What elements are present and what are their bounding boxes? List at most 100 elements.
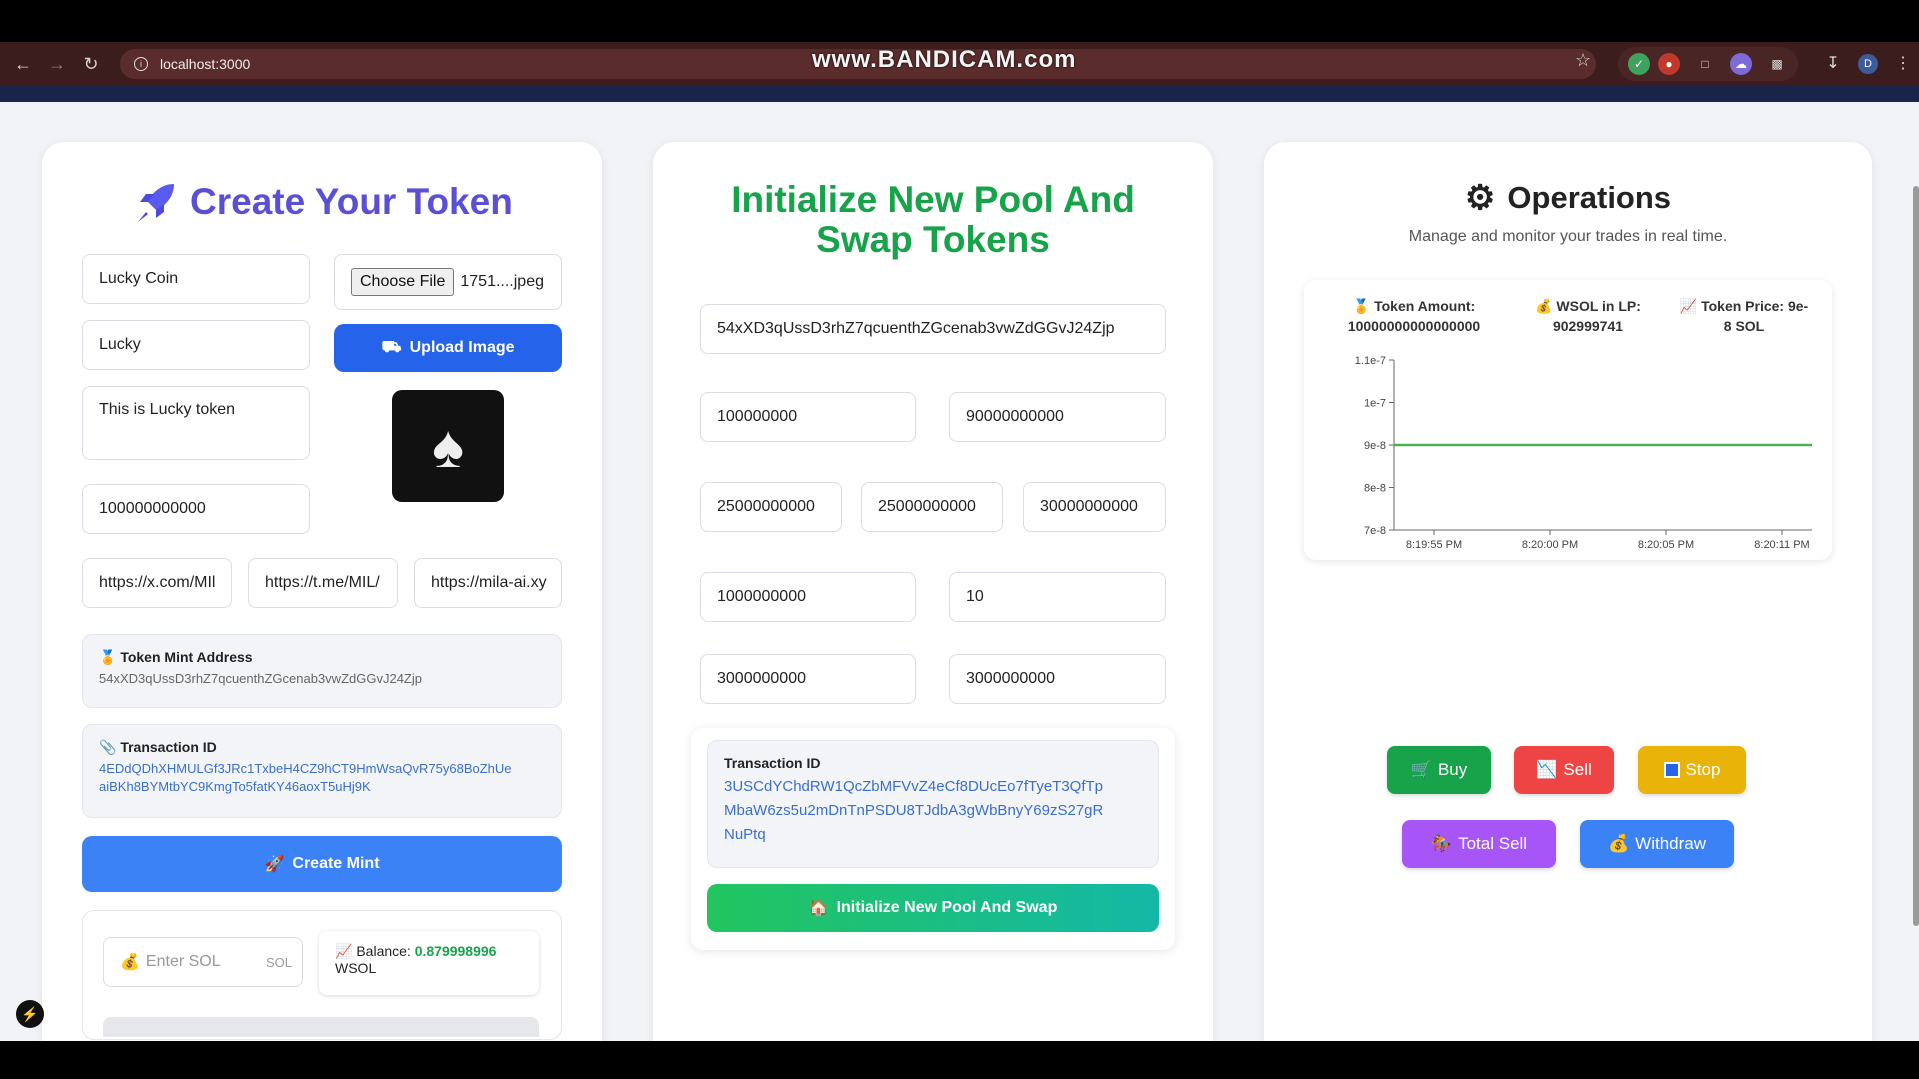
- red-extension-icon[interactable]: ●: [1658, 53, 1680, 75]
- price-line-chart: 1.1e-7 1e-7 9e-8 8e-8 7e-8 8:19:55 PM 8:20:00 …: [1355, 355, 1812, 550]
- mint-tx-value-line2[interactable]: aiBKh8BYMtbYC9KmgTo5fatKY46aoxT5uHj9K: [99, 778, 545, 796]
- sell-button[interactable]: 📉 Sell: [1514, 746, 1614, 794]
- pool-field-d[interactable]: 25000000000: [861, 482, 1003, 532]
- download-icon[interactable]: ↧: [1822, 52, 1844, 74]
- pool-heading: Initialize New Pool And Swap Tokens: [653, 180, 1213, 260]
- upload-image-label: Upload Image: [409, 339, 515, 356]
- spade-image-icon: ♠: [432, 412, 464, 480]
- mint-tx-label: 📎 Transaction ID: [99, 739, 217, 755]
- x-tick-label: 8:20:00 PM: [1522, 539, 1578, 550]
- token-price-stat: 📈 Token Price: 9e- 8 SOL: [1679, 298, 1809, 334]
- mint-address-label: 🏅 Token Mint Address: [99, 649, 253, 665]
- buy-panel: 💰 Enter SOL SOL 📈 Balance: 0.879998996 W…: [82, 910, 562, 1040]
- stop-button[interactable]: Stop: [1638, 746, 1746, 794]
- choose-file-button[interactable]: Choose File: [351, 268, 455, 296]
- telegram-link-input[interactable]: https://t.me/MIL/: [248, 558, 398, 608]
- url-text: localhost:3000: [160, 56, 251, 72]
- balance-label: Balance:: [356, 943, 411, 959]
- upload-icon: ⛟: [381, 339, 402, 356]
- bookmark-star-icon[interactable]: ☆: [1575, 50, 1591, 71]
- coin-icon: 💰: [120, 954, 140, 971]
- back-icon[interactable]: ←: [10, 51, 36, 77]
- cart-icon: 🛒: [1410, 760, 1432, 779]
- pool-mint-input[interactable]: 54xXD3qUssD3rhZ7qcuenthZGcenab3vwZdGGvJ2…: [700, 304, 1166, 354]
- buy-button[interactable]: 🛒 Buy: [1387, 746, 1491, 794]
- token-description-textarea[interactable]: This is Lucky token: [82, 386, 310, 460]
- rocket-icon: [138, 184, 174, 222]
- operations-heading: ⚙ Operations: [1264, 178, 1872, 218]
- y-tick-label: 7e-8: [1364, 525, 1386, 537]
- cloud-extension-icon[interactable]: ☁: [1730, 53, 1752, 75]
- token-supply-input[interactable]: 100000000000: [82, 484, 310, 534]
- profile-avatar[interactable]: D: [1858, 54, 1878, 74]
- stop-icon: [1663, 762, 1680, 778]
- pool-title-line1: Initialize New Pool And: [731, 179, 1135, 220]
- page-scrollbar[interactable]: [1913, 186, 1919, 926]
- pool-field-a[interactable]: 100000000: [700, 392, 916, 442]
- site-info-icon[interactable]: i: [134, 57, 148, 71]
- sol-amount-input[interactable]: 💰 Enter SOL SOL: [103, 937, 303, 987]
- window-extension-icon[interactable]: □: [1694, 53, 1716, 75]
- money-bag-button-icon: 💰: [1607, 834, 1630, 853]
- shield-extension-icon[interactable]: ✓: [1628, 53, 1650, 75]
- pool-field-i[interactable]: 3000000000: [949, 654, 1166, 704]
- token-symbol-input[interactable]: Lucky: [82, 320, 310, 370]
- withdraw-button[interactable]: 💰 Withdraw: [1580, 820, 1734, 868]
- lightning-badge-icon[interactable]: ⚡: [16, 1000, 44, 1028]
- pool-field-f[interactable]: 1000000000: [700, 572, 916, 622]
- puzzle-extension-icon[interactable]: ▩: [1766, 53, 1788, 75]
- watermark: www.BANDICAM.com: [812, 46, 1077, 73]
- reload-icon[interactable]: ↻: [78, 51, 104, 77]
- mint-address-box: 🏅 Token Mint Address 54xXD3qUssD3rhZ7qcu…: [82, 634, 562, 708]
- balance-box: 📈 Balance: 0.879998996 WSOL: [319, 931, 539, 995]
- twitter-link-input[interactable]: https://x.com/MIl: [82, 558, 232, 608]
- pool-tx-value[interactable]: 3USCdYChdRW1QcZbMFVvZ4eCf8DUcEo7fTyeT3Qf…: [724, 775, 1142, 847]
- buy-panel-button-partial[interactable]: [103, 1017, 539, 1037]
- operations-card: ⚙ Operations Manage and monitor your tra…: [1264, 142, 1872, 1041]
- mint-address-value: 54xXD3qUssD3rhZ7qcuenthZGcenab3vwZdGGvJ2…: [99, 671, 422, 686]
- total-sell-button[interactable]: 🏇 Total Sell: [1402, 820, 1556, 868]
- browser-toolbar: ← → ↻ i localhost:3000 www.BANDICAM.com …: [0, 42, 1919, 86]
- pool-tx-label: Transaction ID: [724, 755, 821, 771]
- y-tick-label: 8e-8: [1364, 483, 1386, 495]
- website-link-input[interactable]: https://mila-ai.xy: [414, 558, 562, 608]
- pool-tx-panel: Transaction ID 3USCdYChdRW1QcZbMFVvZ4eCf…: [691, 728, 1175, 950]
- file-name: 1751....jpeg: [460, 273, 544, 290]
- file-input[interactable]: Choose File 1751....jpeg: [334, 254, 562, 310]
- price-chart-panel: 🏅 Token Amount: 10000000000000000 💰 WSOL…: [1304, 280, 1832, 560]
- medal-stat-icon: 🏅: [1352, 298, 1371, 314]
- operations-title: Operations: [1507, 180, 1672, 215]
- pool-field-h[interactable]: 3000000000: [700, 654, 916, 704]
- extensions-group: ✓ ● □ ☁ ▩: [1618, 47, 1798, 81]
- pool-field-e[interactable]: 30000000000: [1023, 482, 1166, 532]
- x-tick-label: 8:19:55 PM: [1406, 539, 1462, 550]
- create-token-card: Create Your Token Lucky Coin Lucky This …: [42, 142, 602, 1041]
- rocket-small-icon: 🚀: [264, 856, 285, 873]
- page-viewport: Create Your Token Lucky Coin Lucky This …: [0, 86, 1919, 1041]
- pool-field-b[interactable]: 90000000000: [949, 392, 1166, 442]
- gear-icon: ⚙: [1464, 179, 1496, 217]
- chart-down-icon: 📉: [1536, 760, 1558, 779]
- badge-icon: 🏇: [1430, 834, 1453, 853]
- create-mint-button[interactable]: 🚀 Create Mint: [82, 836, 562, 892]
- chart-emoji-icon: 📈: [335, 943, 353, 959]
- pool-field-c[interactable]: 25000000000: [700, 482, 842, 532]
- pool-tx-box: Transaction ID 3USCdYChdRW1QcZbMFVvZ4eCf…: [707, 740, 1159, 868]
- money-bag-icon: 💰: [1535, 298, 1553, 314]
- page-header-strip: [0, 86, 1919, 102]
- pool-field-g[interactable]: 10: [949, 572, 1166, 622]
- mint-tx-value-line1[interactable]: 4EDdQDhXHMULGf3JRc1TxbeH4CZ9hCT9HmWsaQvR…: [99, 760, 545, 778]
- initialize-pool-label: Initialize New Pool And Swap: [836, 899, 1058, 916]
- y-tick-label: 9e-8: [1364, 440, 1386, 452]
- forward-icon[interactable]: →: [44, 51, 70, 77]
- menu-kebab-icon[interactable]: ⋮: [1892, 52, 1914, 74]
- y-tick-label: 1.1e-7: [1355, 355, 1386, 367]
- sol-unit: SOL: [265, 954, 292, 970]
- token-name-input[interactable]: Lucky Coin: [82, 254, 310, 304]
- upload-image-button[interactable]: ⛟ Upload Image: [334, 324, 562, 372]
- initialize-pool-button[interactable]: 🏠 Initialize New Pool And Swap: [707, 884, 1159, 932]
- mint-tx-box: 📎 Transaction ID 4EDdQDhXHMULGf3JRc1Txbe…: [82, 724, 562, 818]
- sol-placeholder: Enter SOL: [145, 953, 221, 970]
- x-tick-label: 8:20:05 PM: [1638, 539, 1694, 550]
- token-amount-stat: 🏅 Token Amount: 10000000000000000: [1347, 298, 1481, 334]
